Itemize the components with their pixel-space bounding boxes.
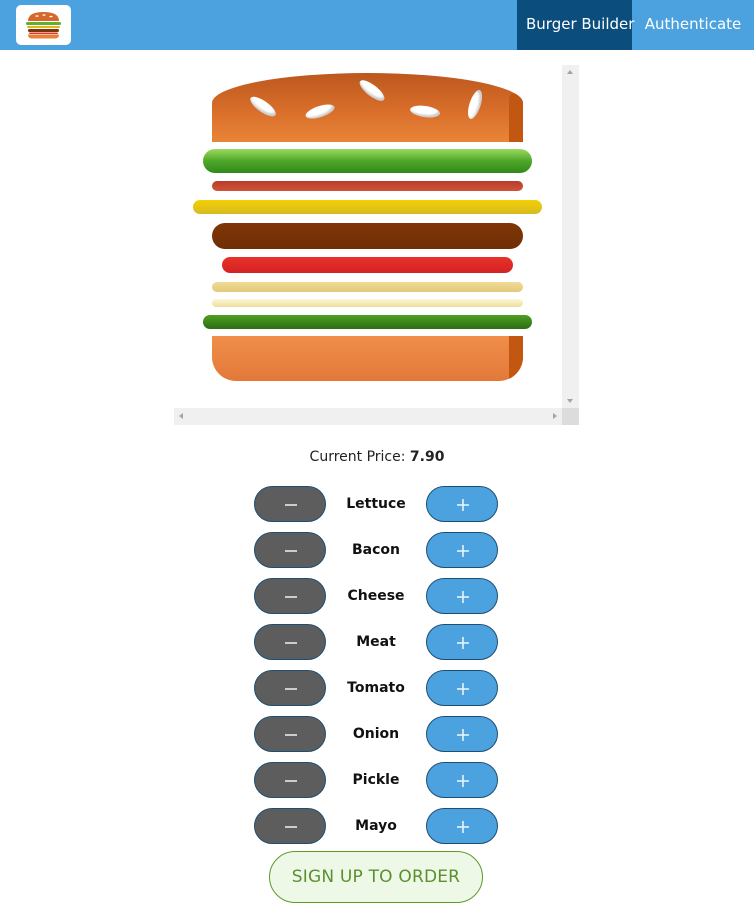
burger-preview (174, 65, 579, 425)
scroll-down-icon[interactable] (567, 399, 573, 403)
minus-icon (285, 688, 297, 690)
nav-links: Burger Builder Authenticate (517, 0, 754, 50)
price-label: Current Price: (309, 449, 406, 465)
seed (247, 93, 279, 120)
pickle-layer (203, 315, 532, 329)
control-mayo: Mayo (254, 808, 498, 844)
seed (409, 103, 441, 120)
plus-icon (457, 683, 469, 695)
minus-icon (285, 596, 297, 598)
scroll-up-icon[interactable] (567, 70, 573, 74)
meat-layer (212, 223, 523, 249)
bread-bottom-layer (212, 336, 523, 381)
nav-authenticate[interactable]: Authenticate (632, 0, 754, 50)
more-meat-button[interactable] (426, 624, 498, 660)
ingredient-label: Cheese (347, 588, 405, 604)
minus-icon (285, 734, 297, 736)
bread-top-layer (212, 73, 523, 142)
less-tomato-button[interactable] (254, 670, 326, 706)
more-cheese-button[interactable] (426, 578, 498, 614)
less-bacon-button[interactable] (254, 532, 326, 568)
order-button[interactable]: SIGN UP TO ORDER (269, 851, 483, 903)
toolbar: Burger Builder Authenticate (0, 0, 754, 50)
less-lettuce-button[interactable] (254, 486, 326, 522)
less-pickle-button[interactable] (254, 762, 326, 798)
onion-layer (212, 282, 523, 292)
control-lettuce: Lettuce (254, 486, 498, 522)
lettuce-layer (203, 149, 532, 173)
more-tomato-button[interactable] (426, 670, 498, 706)
control-cheese: Cheese (254, 578, 498, 614)
ingredient-label: Onion (352, 726, 400, 742)
logo[interactable] (16, 5, 71, 45)
plus-icon (457, 591, 469, 603)
price-value: 7.90 (409, 449, 445, 465)
more-onion-button[interactable] (426, 716, 498, 752)
nav-burger-builder[interactable]: Burger Builder (517, 0, 634, 50)
tomato-layer (222, 257, 513, 273)
plus-icon (457, 775, 469, 787)
more-pickle-button[interactable] (426, 762, 498, 798)
less-cheese-button[interactable] (254, 578, 326, 614)
control-bacon: Bacon (254, 532, 498, 568)
vertical-scrollbar[interactable] (562, 65, 579, 408)
seed (356, 76, 388, 105)
minus-icon (285, 642, 297, 644)
ingredient-label: Bacon (351, 542, 400, 558)
minus-icon (285, 780, 297, 782)
ingredient-label: Tomato (347, 680, 405, 696)
scrollbar-corner (562, 408, 579, 425)
plus-icon (457, 637, 469, 649)
control-meat: Meat (254, 624, 498, 660)
minus-icon (285, 550, 297, 552)
control-onion: Onion (254, 716, 498, 752)
less-meat-button[interactable] (254, 624, 326, 660)
minus-icon (285, 826, 297, 828)
plus-icon (457, 821, 469, 833)
ingredient-label: Pickle (352, 772, 400, 788)
ingredient-label: Lettuce (346, 496, 406, 512)
minus-icon (285, 504, 297, 506)
current-price: Current Price: 7.90 (0, 449, 754, 465)
more-lettuce-button[interactable] (426, 486, 498, 522)
seed (465, 88, 485, 121)
ingredient-label: Mayo (355, 818, 397, 834)
cheese-layer (193, 200, 542, 214)
bacon-layer (212, 181, 523, 191)
more-bacon-button[interactable] (426, 532, 498, 568)
less-onion-button[interactable] (254, 716, 326, 752)
plus-icon (457, 545, 469, 557)
horizontal-scrollbar[interactable] (174, 408, 562, 425)
more-mayo-button[interactable] (426, 808, 498, 844)
seed (304, 101, 336, 122)
plus-icon (457, 729, 469, 741)
mayo-layer (212, 299, 523, 307)
ingredient-label: Meat (356, 634, 396, 650)
plus-icon (457, 499, 469, 511)
control-pickle: Pickle (254, 762, 498, 798)
control-tomato: Tomato (254, 670, 498, 706)
less-mayo-button[interactable] (254, 808, 326, 844)
scroll-right-icon[interactable] (553, 413, 557, 419)
burger-logo-icon (26, 12, 61, 39)
scroll-left-icon[interactable] (179, 413, 183, 419)
